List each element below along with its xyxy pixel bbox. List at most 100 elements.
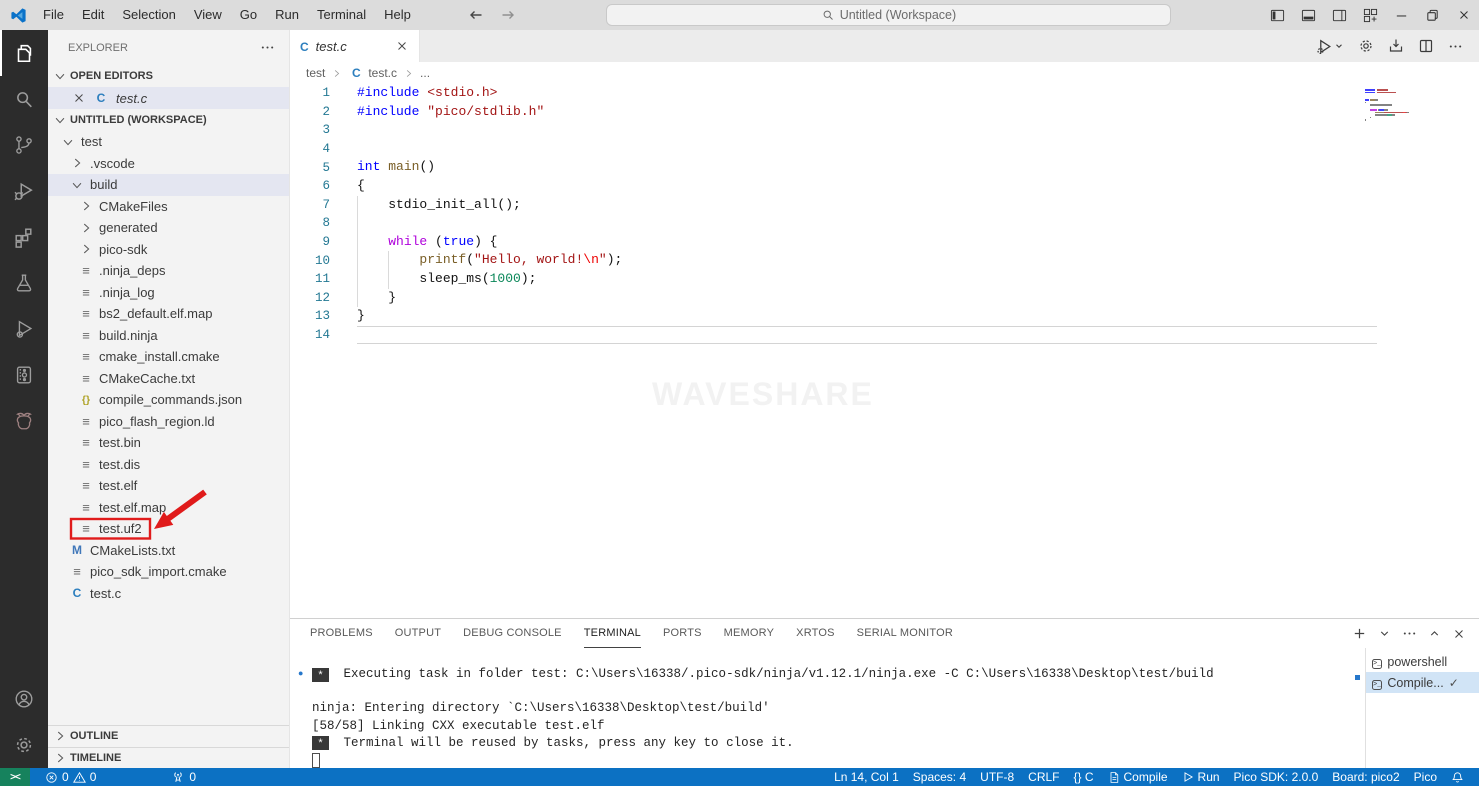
close-button[interactable]: [1448, 0, 1479, 30]
terminal-dropdown-button[interactable]: [1378, 627, 1391, 640]
restore-button[interactable]: [1417, 0, 1448, 30]
folder-cmakefiles[interactable]: CMakeFiles: [48, 196, 289, 218]
file--ninja-log[interactable]: ≡ .ninja_log: [48, 282, 289, 304]
file-test-elf[interactable]: ≡ test.elf: [48, 475, 289, 497]
file-test-dis[interactable]: ≡ test.dis: [48, 454, 289, 476]
outline-header[interactable]: OUTLINE: [48, 725, 289, 747]
editor-more-actions-button[interactable]: [1448, 39, 1463, 54]
toggle-primary-sidebar-button[interactable]: [1262, 0, 1293, 30]
forward-button[interactable]: [500, 7, 516, 23]
file-test-elf-map[interactable]: ≡ test.elf.map: [48, 497, 289, 519]
status-eol[interactable]: CRLF: [1021, 768, 1066, 786]
menu-view[interactable]: View: [185, 0, 231, 30]
file-cmakelists-txt[interactable]: M CMakeLists.txt: [48, 540, 289, 562]
menu-edit[interactable]: Edit: [73, 0, 113, 30]
open-editor-test-c[interactable]: Ctest.c: [48, 87, 289, 109]
activity-settings-button[interactable]: [0, 722, 48, 768]
breadcrumb-item--[interactable]: ...: [420, 66, 430, 80]
folder--vscode[interactable]: .vscode: [48, 153, 289, 175]
panel-tab-debug-console[interactable]: DEBUG CONSOLE: [463, 619, 562, 648]
run-or-debug-button[interactable]: [1316, 38, 1344, 55]
terminal-output[interactable]: ● * Executing task in folder test: C:\Use…: [290, 648, 1365, 768]
status-pico-sdk-version[interactable]: Pico SDK: 2.0.0: [1227, 768, 1326, 786]
file-pico-flash-region-ld[interactable]: ≡ pico_flash_region.ld: [48, 411, 289, 433]
activity-run-and-debug-button[interactable]: [0, 168, 48, 214]
menu-go[interactable]: Go: [231, 0, 266, 30]
status-encoding[interactable]: UTF-8: [973, 768, 1021, 786]
forwarded-ports-status[interactable]: 0: [164, 768, 203, 786]
activity-source-control-button[interactable]: [0, 122, 48, 168]
command-center-search[interactable]: Untitled (Workspace): [606, 4, 1172, 26]
activity-accounts-button[interactable]: [0, 676, 48, 722]
activity-extensions-button[interactable]: [0, 214, 48, 260]
activity-raspberry-pi-pico-button[interactable]: [0, 398, 48, 444]
panel-tab-memory[interactable]: MEMORY: [724, 619, 775, 648]
folder-pico-sdk[interactable]: pico-sdk: [48, 239, 289, 261]
toggle-secondary-sidebar-button[interactable]: [1324, 0, 1355, 30]
status-language-mode[interactable]: {} C: [1067, 768, 1101, 786]
file--ninja-deps[interactable]: ≡ .ninja_deps: [48, 260, 289, 282]
file-bs2-default-elf-map[interactable]: ≡ bs2_default.elf.map: [48, 303, 289, 325]
remote-indicator[interactable]: ><: [0, 768, 30, 786]
folder-generated[interactable]: generated: [48, 217, 289, 239]
maximize-panel-button[interactable]: [1428, 627, 1441, 640]
close-panel-button[interactable]: [1452, 627, 1466, 641]
folder-test[interactable]: test: [48, 131, 289, 153]
panel-tab-xrtos[interactable]: XRTOS: [796, 619, 835, 648]
menu-run[interactable]: Run: [266, 0, 308, 30]
terminal-instance-powershell[interactable]: >_ powershell: [1366, 651, 1479, 672]
file-build-ninja[interactable]: ≡ build.ninja: [48, 325, 289, 347]
file-pico-sdk-import-cmake[interactable]: ≡ pico_sdk_import.cmake: [48, 561, 289, 583]
file-test-c[interactable]: Ctest.c: [48, 583, 289, 605]
customize-layout-button[interactable]: [1355, 0, 1386, 30]
menu-selection[interactable]: Selection: [113, 0, 184, 30]
breadcrumb-item-test-c[interactable]: Ctest.c: [348, 66, 397, 80]
breadcrumb-item-test[interactable]: test: [306, 66, 325, 80]
panel-tab-problems[interactable]: PROBLEMS: [310, 619, 373, 648]
menu-help[interactable]: Help: [375, 0, 420, 30]
status-pico[interactable]: Pico: [1407, 768, 1444, 786]
status-compile[interactable]: Compile: [1101, 768, 1175, 786]
activity-pico-board-button[interactable]: [0, 352, 48, 398]
terminal-instance-compile-[interactable]: >_ Compile... ✓: [1366, 672, 1479, 693]
workspace-header[interactable]: UNTITLED (WORKSPACE): [48, 109, 289, 131]
back-button[interactable]: [468, 7, 484, 23]
flash-project-button[interactable]: [1388, 38, 1404, 54]
panel-tab-serial-monitor[interactable]: SERIAL MONITOR: [857, 619, 953, 648]
configure-gear-button[interactable]: [1358, 38, 1374, 54]
toggle-panel-button[interactable]: [1293, 0, 1324, 30]
status-indentation[interactable]: Spaces: 4: [906, 768, 973, 786]
menu-terminal[interactable]: Terminal: [308, 0, 375, 30]
activity-search-button[interactable]: [0, 76, 48, 122]
tab-test-c[interactable]: C test.c: [290, 30, 420, 62]
file-test-uf2[interactable]: ≡ test.uf2: [48, 518, 289, 540]
open-editors-header[interactable]: OPEN EDITORS: [48, 65, 289, 87]
minimap[interactable]: [1365, 89, 1425, 124]
panel-more-actions-button[interactable]: [1402, 626, 1417, 641]
new-terminal-button[interactable]: [1352, 626, 1367, 641]
status-run[interactable]: Run: [1175, 768, 1227, 786]
panel-tab-output[interactable]: OUTPUT: [395, 619, 441, 648]
folder-build[interactable]: build: [48, 174, 289, 196]
minimize-button[interactable]: [1386, 0, 1417, 30]
panel-tab-terminal[interactable]: TERMINAL: [583, 619, 641, 648]
problems-status[interactable]: 0 0: [38, 768, 103, 786]
file-cmakecache-txt[interactable]: ≡ CMakeCache.txt: [48, 368, 289, 390]
close-editor-icon[interactable]: [72, 91, 86, 105]
close-tab-icon[interactable]: [395, 39, 409, 53]
file-test-bin[interactable]: ≡ test.bin: [48, 432, 289, 454]
timeline-header[interactable]: TIMELINE: [48, 746, 289, 768]
activity-cmake-button[interactable]: [0, 306, 48, 352]
menu-file[interactable]: File: [34, 0, 73, 30]
file-compile-commands-json[interactable]: {} compile_commands.json: [48, 389, 289, 411]
status-cursor-position[interactable]: Ln 14, Col 1: [827, 768, 906, 786]
file-cmake-install-cmake[interactable]: ≡ cmake_install.cmake: [48, 346, 289, 368]
activity-explorer-button[interactable]: [0, 30, 48, 76]
explorer-more-actions-button[interactable]: [260, 40, 275, 55]
status-board[interactable]: Board: pico2: [1325, 768, 1406, 786]
split-editor-button[interactable]: [1418, 38, 1434, 54]
status-notifications[interactable]: [1444, 768, 1471, 786]
activity-testing-button[interactable]: [0, 260, 48, 306]
panel-tab-ports[interactable]: PORTS: [663, 619, 702, 648]
code-editor[interactable]: 1 #include <stdio.h> 2 #include "pico/stdli…: [290, 84, 1479, 618]
